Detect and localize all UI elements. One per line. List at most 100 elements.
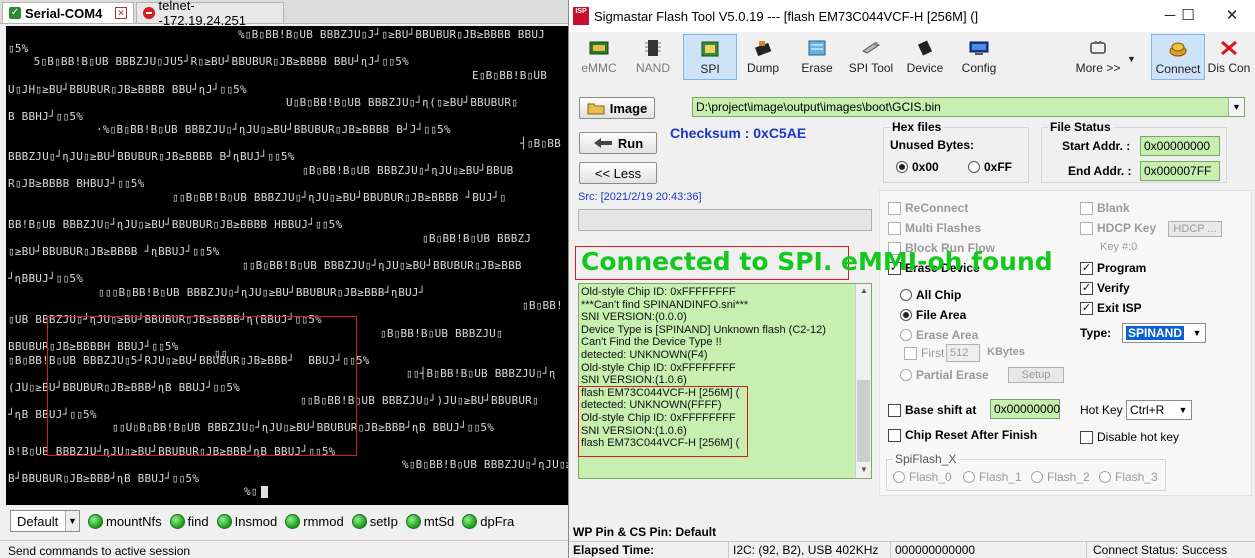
type-select[interactable]: SPINAND ▼	[1122, 323, 1206, 343]
chip-reset-checkbox[interactable]: Chip Reset After Finish	[888, 428, 1037, 442]
base-shift-checkbox[interactable]: Base shift at	[888, 403, 976, 417]
checksum-label: Checksum : 0xC5AE	[670, 125, 807, 141]
unused-bytes-label: Unused Bytes:	[890, 138, 975, 152]
connect-icon	[1169, 42, 1187, 57]
terminal-cursor	[261, 486, 268, 498]
terminal-line: BBBZJU▯┘ɳJU▯≥BU┘BBUBUR▯JB≥BBBB B┘ɳBUJ┘▯▯…	[8, 150, 295, 163]
toolbar-nand-button[interactable]: NAND	[633, 34, 673, 80]
toolbar-emmc-button[interactable]: eMMC	[579, 34, 619, 80]
radio-all-chip[interactable]: All Chip	[900, 288, 961, 302]
setup-button[interactable]: Setup	[1008, 367, 1064, 383]
chevron-down-icon[interactable]: ▼	[1228, 98, 1244, 116]
cmd-button-label: mtSd	[423, 513, 455, 529]
radio-file-area[interactable]: File Area	[900, 308, 966, 322]
command-button-bar: Default ▼ mountNfs find Insmod rmmod set…	[10, 508, 568, 534]
exit-isp-checkbox[interactable]: ✓ Exit ISP	[1080, 301, 1142, 315]
image-button-label: Image	[609, 100, 648, 116]
close-button[interactable]: ✕	[1217, 6, 1247, 26]
image-path-field[interactable]: D:\project\image\output\images\boot\GCIS…	[692, 97, 1245, 117]
group-title: SpiFlash_X	[893, 452, 959, 466]
terminal-line: ▯≥BU┘BBUBUR▯JB≥BBBB ┘ɳBBUJ┘▯▯5%	[8, 245, 220, 258]
scroll-down-icon[interactable]: ▼	[856, 465, 871, 474]
log-highlight-box	[578, 386, 748, 457]
toolbar-connect-button[interactable]: Connect	[1151, 34, 1205, 80]
end-addr-field[interactable]: 0x000007FF	[1140, 161, 1220, 181]
checkbox-box	[1080, 430, 1093, 444]
tab-telnet[interactable]: telnet--172.19.24.251	[136, 0, 284, 28]
maximize-button[interactable]: ☐	[1173, 6, 1203, 26]
toolbar-dump-button[interactable]: Dump	[743, 34, 783, 80]
cmd-button-rmmod[interactable]: rmmod	[285, 513, 344, 529]
start-addr-field[interactable]: 0x00000000	[1140, 136, 1220, 156]
cmd-button-mtsd[interactable]: mtSd	[405, 513, 455, 529]
cmd-button-insmod[interactable]: Insmod	[216, 513, 278, 529]
terminal-tab-bar: ✓ Serial-COM4 ✕ telnet--172.19.24.251	[0, 0, 568, 28]
cmd-button-find[interactable]: find	[169, 513, 209, 529]
terminal-line: ▯B▯BB!B▯UB BBBZJU▯	[380, 327, 503, 340]
status-bar: Elapsed Time: I2C: (92, B2), USB 402KHz …	[569, 541, 1255, 558]
scroll-thumb[interactable]	[857, 380, 870, 462]
checkbox-box	[904, 346, 917, 360]
toolbar-config-button[interactable]: Config	[959, 34, 999, 80]
run-arrow-icon	[593, 138, 612, 148]
base-shift-field[interactable]: 0x00000000	[990, 399, 1060, 419]
log-line: Device Type is [SPINAND] Unknown flash (…	[581, 323, 826, 336]
disable-hot-key-checkbox[interactable]: Disable hot key	[1080, 430, 1179, 444]
program-checkbox[interactable]: ✓ Program	[1080, 261, 1146, 275]
verify-checkbox[interactable]: ✓ Verify	[1080, 281, 1130, 295]
radio-partial-erase[interactable]: Partial Erase	[900, 368, 989, 382]
radio-circle	[900, 289, 912, 301]
toolbar-label: Device	[906, 61, 944, 75]
flash-tool-window: ISP Sigmastar Flash Tool V5.0.19 --- [fl…	[568, 0, 1255, 558]
tab-serial-com4[interactable]: ✓ Serial-COM4 ✕	[2, 2, 134, 23]
cmd-button-mountnfs[interactable]: mountNfs	[88, 513, 162, 529]
terminal-line: E▯B▯BB!B▯UB	[472, 69, 548, 82]
cmd-button-label: Insmod	[234, 513, 278, 529]
terminal-output[interactable]: %▯B▯BB!B▯UB BBBZJU▯J┘▯≥BU┘BBUBUR▯JB≥BBBB…	[6, 26, 568, 505]
terminal-line: ▯B▯BB!B▯UB BBBZJ	[422, 232, 532, 245]
cmd-button-setip[interactable]: setIp	[351, 513, 398, 529]
toolbar-label: More >>	[1075, 61, 1121, 75]
radio-flash-0[interactable]: Flash_0	[893, 470, 952, 484]
less-button[interactable]: << Less	[579, 162, 657, 184]
blank-checkbox[interactable]: Blank	[1080, 201, 1130, 215]
toolbar-spi-tool-button[interactable]: SPI Tool	[847, 34, 895, 80]
radio-circle	[1031, 471, 1043, 483]
toolbar-disconnect-button[interactable]: Dis Con	[1207, 34, 1251, 80]
cmd-button-dpfra[interactable]: dpFra	[462, 513, 514, 529]
hot-key-select[interactable]: Ctrl+R ▼	[1126, 400, 1192, 420]
multi-flashes-checkbox[interactable]: Multi Flashes	[888, 221, 981, 235]
toolbar-spi-button[interactable]: SPI	[683, 34, 737, 80]
close-tab-icon[interactable]: ✕	[115, 7, 127, 19]
run-button[interactable]: Run	[579, 132, 657, 154]
session-select[interactable]: Default ▼	[10, 510, 80, 532]
radio-0xff[interactable]: 0xFF	[968, 160, 1012, 174]
radio-label: 0xFF	[984, 160, 1013, 174]
first-kbytes-field[interactable]: 512	[946, 344, 980, 362]
radio-flash-3[interactable]: Flash_3	[1099, 470, 1158, 484]
green-dot-icon	[88, 513, 103, 529]
terminal-line: ▯B▯BB!	[522, 299, 563, 312]
radio-0x00[interactable]: 0x00	[896, 160, 939, 174]
image-button[interactable]: Image	[579, 97, 655, 119]
scroll-up-icon[interactable]: ▲	[856, 286, 871, 295]
green-dot-icon	[462, 513, 478, 529]
hdcp-browse-button[interactable]: HDCP ...	[1168, 221, 1222, 237]
radio-label: Partial Erase	[916, 368, 989, 382]
first-checkbox[interactable]: First	[904, 346, 944, 360]
toolbar-device-button[interactable]: Device	[905, 34, 945, 80]
kbytes-label: KBytes	[987, 346, 1025, 358]
checkbox-box	[888, 403, 901, 417]
checkbox-box: ✓	[1080, 261, 1093, 275]
radio-erase-area[interactable]: Erase Area	[900, 328, 978, 342]
hdcp-key-checkbox[interactable]: HDCP Key	[1080, 221, 1156, 235]
nand-chip-icon	[645, 40, 661, 56]
radio-flash-1[interactable]: Flash_1	[963, 470, 1022, 484]
radio-flash-2[interactable]: Flash_2	[1031, 470, 1090, 484]
reconnect-checkbox[interactable]: ReConnect	[888, 201, 968, 215]
log-scrollbar[interactable]: ▲ ▼	[855, 284, 871, 478]
checkbox-box: ✓	[1080, 301, 1093, 315]
terminal-line: B BBHJ┘▯▯5%	[8, 110, 84, 123]
toolbar-more-button[interactable]: More >> ▼	[1073, 34, 1136, 80]
toolbar-erase-button[interactable]: Erase	[797, 34, 837, 80]
